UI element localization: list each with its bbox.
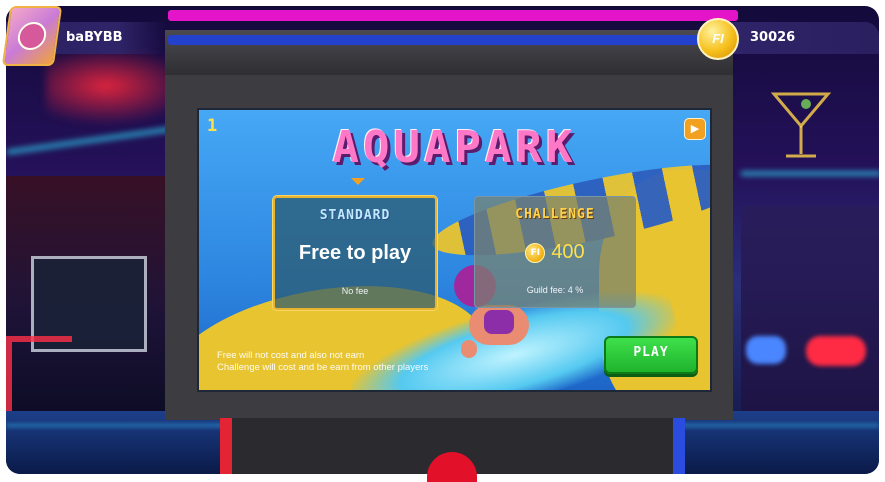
- character-arm: [461, 340, 477, 358]
- standard-heading: STANDARD: [319, 208, 391, 223]
- info-line-challenge: Challenge will cost and be earn from oth…: [217, 362, 429, 373]
- avatar-face-icon: [16, 22, 48, 50]
- fi-coin-icon: FI: [525, 242, 546, 263]
- neon-strip-right: [741, 171, 879, 176]
- selection-marker-icon: [351, 178, 365, 185]
- background-light-blue: [746, 336, 786, 364]
- game-screen: 1 ▶ AQUAPARK STANDARD Free to play No fe…: [197, 108, 712, 392]
- background-light-red: [806, 336, 866, 366]
- challenge-mode-card[interactable]: CHALLENGE FI 400 Guild fee: 4 %: [474, 196, 636, 308]
- standard-fee: No fee: [341, 286, 369, 296]
- background-arcade-right: [741, 206, 879, 436]
- standard-mode-card[interactable]: STANDARD Free to play No fee: [273, 196, 437, 310]
- balance-bar: [715, 22, 879, 54]
- info-line-free: Free will not cost and also not earn: [217, 350, 365, 361]
- mode-info-text: Free will not cost and also not earn Cha…: [217, 350, 428, 374]
- neon-cocktail-sign: [770, 92, 832, 158]
- coin-balance: 30026: [750, 30, 796, 45]
- cabinet-stripe-magenta: [168, 10, 738, 21]
- challenge-guild-fee: Guild fee: 4 %: [526, 285, 584, 295]
- character-shorts: [484, 310, 514, 334]
- standard-description: Free to play: [298, 242, 412, 264]
- challenge-price-row: FI 400: [475, 241, 635, 264]
- cabinet-stripe-blue: [168, 35, 738, 45]
- challenge-heading: CHALLENGE: [515, 207, 595, 222]
- user-avatar[interactable]: [1, 6, 63, 66]
- cabinet-trim-blue: [673, 418, 685, 474]
- game-title: AQUAPARK: [332, 122, 577, 173]
- fi-coin-icon: FI: [697, 18, 739, 60]
- cabinet-trim-red: [220, 418, 232, 474]
- challenge-price: 400: [551, 241, 585, 263]
- username: baBYBB: [66, 30, 123, 45]
- play-button[interactable]: PLAY: [604, 336, 698, 374]
